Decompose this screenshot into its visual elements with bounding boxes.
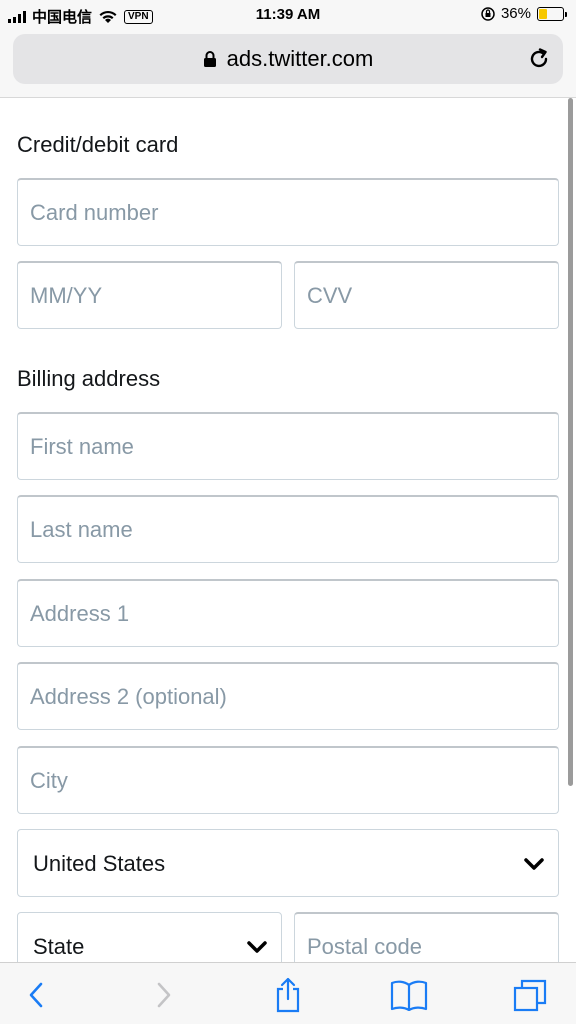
battery-icon — [537, 6, 567, 21]
address2-field[interactable] — [17, 662, 559, 730]
postal-code-field[interactable] — [294, 912, 559, 962]
cvv-field[interactable] — [294, 261, 559, 329]
tabs-icon — [513, 979, 547, 1012]
url-text: ads.twitter.com — [226, 46, 374, 71]
page-scrollbar[interactable] — [568, 98, 573, 786]
expiry-input[interactable] — [18, 263, 281, 328]
share-icon — [276, 977, 300, 1013]
first-name-input[interactable] — [18, 414, 558, 479]
rotation-lock-icon — [481, 6, 495, 21]
back-button[interactable] — [16, 975, 56, 1015]
status-bar: 中国电信 VPN 11:39 AM 36% — [0, 0, 576, 30]
bookmarks-button[interactable] — [389, 975, 429, 1015]
battery-percent: 36% — [500, 5, 531, 22]
city-input[interactable] — [18, 748, 558, 813]
chevron-down-icon — [247, 941, 267, 953]
card-number-input[interactable] — [18, 180, 558, 245]
last-name-field[interactable] — [17, 495, 559, 563]
payment-form: Credit/debit card Billing address United… — [0, 98, 576, 962]
chevron-down-icon — [524, 858, 544, 870]
tabs-button[interactable] — [510, 975, 550, 1015]
browser-header: ads.twitter.com — [0, 30, 576, 98]
last-name-input[interactable] — [18, 497, 558, 562]
card-section-title: Credit/debit card — [17, 132, 179, 157]
cvv-input[interactable] — [295, 263, 558, 328]
address1-field[interactable] — [17, 579, 559, 647]
state-value: State — [33, 934, 85, 959]
book-icon — [390, 980, 428, 1011]
first-name-field[interactable] — [17, 412, 559, 480]
country-value: United States — [33, 851, 166, 876]
city-field[interactable] — [17, 746, 559, 814]
state-select[interactable]: State — [17, 912, 282, 962]
billing-section-title: Billing address — [17, 366, 161, 391]
address-bar[interactable]: ads.twitter.com — [13, 34, 563, 84]
forward-button[interactable] — [144, 975, 184, 1015]
lock-icon — [203, 51, 216, 67]
reload-icon[interactable] — [527, 47, 551, 71]
address1-input[interactable] — [18, 581, 558, 646]
browser-toolbar — [0, 962, 576, 1024]
country-select[interactable]: United States — [17, 829, 559, 897]
chevron-right-icon — [157, 982, 171, 1008]
postal-code-input[interactable] — [295, 914, 558, 962]
share-button[interactable] — [268, 975, 308, 1015]
card-number-field[interactable] — [17, 178, 559, 246]
address2-input[interactable] — [18, 664, 558, 729]
expiry-field[interactable] — [17, 261, 282, 329]
battery-fill — [539, 8, 548, 19]
chevron-left-icon — [29, 982, 43, 1008]
